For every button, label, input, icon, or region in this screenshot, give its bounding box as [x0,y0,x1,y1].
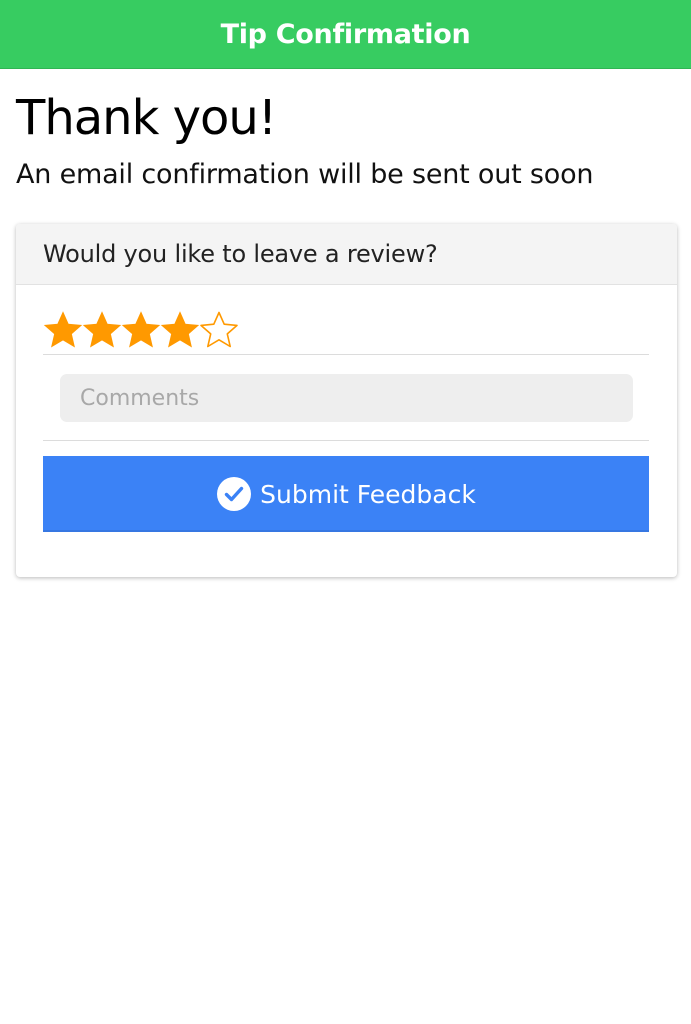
review-card-title: Would you like to leave a review? [16,224,677,285]
comments-input[interactable] [60,374,633,422]
star-icon-filled[interactable] [160,310,200,350]
confirmation-message: An email confirmation will be sent out s… [16,159,594,190]
star-icon-filled[interactable] [82,310,122,350]
review-card: Would you like to leave a review? Submit… [16,224,677,577]
star-rating[interactable] [43,310,649,355]
submit-feedback-button[interactable]: Submit Feedback [43,456,649,532]
star-icon-filled[interactable] [121,310,161,350]
main-content: Thank you! An email confirmation will be… [0,91,691,577]
thank-you-heading: Thank you! [16,90,277,146]
submit-feedback-label: Submit Feedback [260,479,476,509]
star-icon-empty[interactable] [199,310,239,350]
check-circle-icon [216,476,252,512]
page-title: Tip Confirmation [220,18,471,50]
comments-row [43,355,649,441]
star-icon-filled[interactable] [43,310,83,350]
app-header: Tip Confirmation [0,0,691,69]
